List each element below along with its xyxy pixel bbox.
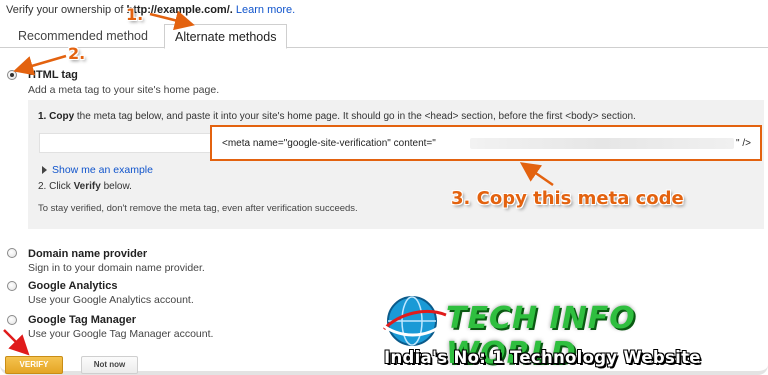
- step-1-copy-word: Copy: [49, 111, 75, 122]
- step-1-number: 1.: [38, 111, 47, 122]
- verify-button[interactable]: VERIFY: [5, 356, 63, 374]
- step-1-rest: the meta tag below, and paste it into yo…: [74, 111, 636, 122]
- html-tag-title: HTML tag: [28, 69, 78, 81]
- domain-provider-title: Domain name provider: [28, 248, 148, 260]
- expand-triangle-icon: [42, 166, 47, 175]
- intro-line: Verify your ownership of http://example.…: [6, 4, 295, 16]
- google-analytics-title: Google Analytics: [28, 280, 118, 292]
- step-1-text: 1. Copy the meta tag below, and paste it…: [38, 111, 636, 122]
- step-2-post: below.: [100, 181, 132, 192]
- radio-google-tag-manager[interactable]: [7, 315, 17, 325]
- html-tag-desc: Add a meta tag to your site's home page.: [28, 84, 220, 96]
- radio-google-analytics[interactable]: [7, 281, 17, 291]
- annotation-step-2: 2.: [68, 44, 86, 63]
- intro-prefix: Verify your ownership of: [6, 4, 124, 16]
- domain-provider-desc: Sign in to your domain name provider.: [28, 262, 205, 274]
- radio-domain-provider[interactable]: [7, 248, 17, 258]
- radio-html-tag[interactable]: [7, 70, 17, 80]
- show-example-link[interactable]: Show me an example: [42, 164, 153, 176]
- meta-content-redacted: [470, 138, 734, 149]
- google-analytics-desc: Use your Google Analytics account.: [28, 294, 194, 306]
- google-tag-manager-title: Google Tag Manager: [28, 314, 136, 326]
- stay-verified-note: To stay verified, don't remove the meta …: [38, 203, 358, 214]
- not-now-button[interactable]: Not now: [81, 356, 138, 374]
- annotation-step-3: 3. Copy this meta code: [451, 188, 684, 209]
- google-tag-manager-desc: Use your Google Tag Manager account.: [28, 328, 214, 340]
- annotation-step-1: 1.: [126, 5, 144, 24]
- step-2-pre: 2. Click: [38, 181, 74, 192]
- step-2-text: 2. Click Verify below.: [38, 181, 132, 192]
- meta-code-text[interactable]: <meta name="google-site-verification" co…: [222, 138, 436, 149]
- meta-code-end: " />: [736, 138, 751, 149]
- step-2-verify-word: Verify: [73, 181, 101, 192]
- learn-more-link[interactable]: Learn more.: [236, 4, 295, 16]
- watermark-tagline: India's No: 1 Technology Website: [384, 348, 701, 367]
- show-example-label: Show me an example: [52, 164, 153, 176]
- instruction-panel: 1. Copy the meta tag below, and paste it…: [28, 100, 764, 229]
- watermark: TECH INFO WORLD India's No: 1 Technology…: [376, 291, 768, 375]
- tab-alternate-methods[interactable]: Alternate methods: [164, 24, 288, 49]
- globe-logo-icon: [380, 296, 447, 346]
